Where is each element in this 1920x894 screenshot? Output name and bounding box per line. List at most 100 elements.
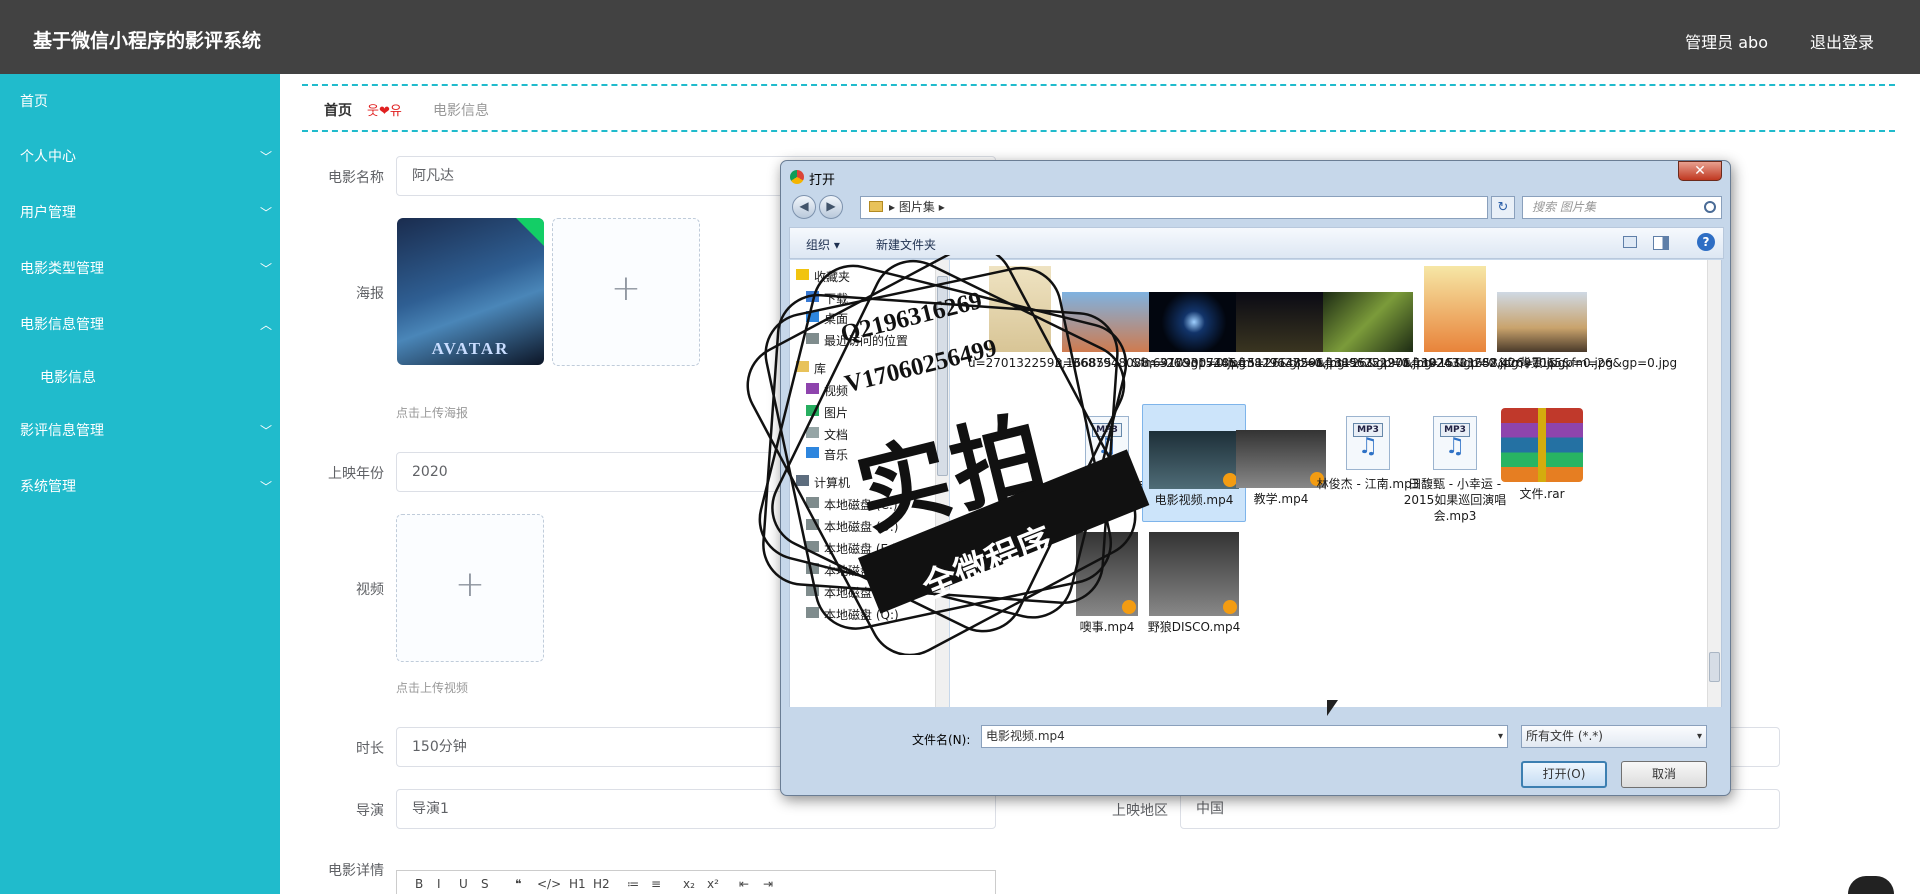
release-year-label: 上映年份 <box>328 466 384 482</box>
chevron-down-icon: ﹀ <box>259 424 272 438</box>
dropdown-arrow-icon: ▾ <box>1696 731 1702 742</box>
open-button[interactable]: 打开(O) <box>1521 761 1607 788</box>
sidebar-item-movie-info[interactable]: 电影信息 <box>0 358 280 398</box>
file-name: 教学.mp4 <box>1253 492 1309 506</box>
toolbar-button[interactable]: ≡ <box>651 877 661 891</box>
file-scrollbar[interactable] <box>1707 260 1721 707</box>
file-item[interactable]: 文件.rar <box>1490 404 1594 502</box>
breadcrumb-current: 电影信息 <box>433 103 489 119</box>
new-folder-button[interactable]: 新建文件夹 <box>876 236 936 253</box>
filename-value: 电影视频.mp4 <box>986 729 1065 743</box>
music-note-icon: ♫ <box>1358 434 1378 459</box>
sidebar-item-label: 电影类型管理 <box>20 261 104 277</box>
close-button[interactable]: ✕ <box>1678 161 1722 181</box>
mouse-cursor-icon <box>1327 700 1338 716</box>
sidebar: 首页 个人中心 ﹀ 用户管理 ﹀ 电影类型管理 ﹀ 电影信息管理 ︿ 电影信息 影评信息… <box>0 74 280 894</box>
chrome-icon <box>790 170 804 184</box>
organize-menu[interactable]: 组织 ▾ <box>806 236 840 253</box>
movie-name-label: 电影名称 <box>328 170 384 186</box>
rich-text-toolbar: B I U S ❝ </> H1 H2 ≔ ≡ x₂ x² ⇤ ⇥ <box>396 870 996 894</box>
poster-title-text: AVATAR <box>431 339 510 358</box>
logout-button[interactable]: 退出登录 <box>1810 29 1874 53</box>
toolbar-button[interactable]: x₂ <box>683 877 695 891</box>
address-separator: ▸ <box>938 200 945 214</box>
sidebar-item-movie-info-management[interactable]: 电影信息管理 ︿ <box>0 305 280 345</box>
director-label: 导演 <box>356 803 384 819</box>
toolbar-button[interactable]: </> <box>537 877 561 891</box>
filetype-select[interactable]: 所有文件 (*.*) ▾ <box>1521 725 1707 748</box>
admin-label: 管理员 abo <box>1685 33 1768 52</box>
sidebar-item-label: 个人中心 <box>20 149 76 165</box>
plus-icon: + <box>454 564 486 605</box>
dialog-title: 打开 <box>809 173 836 188</box>
plus-icon: + <box>610 268 642 309</box>
cancel-button[interactable]: 取消 <box>1621 761 1707 788</box>
folder-icon <box>869 201 883 212</box>
sidebar-item-system-management[interactable]: 系统管理 ﹀ <box>0 467 280 507</box>
chevron-down-icon: ﹀ <box>259 480 272 494</box>
poster-image[interactable]: AVATAR <box>397 218 544 365</box>
app-title: 基于微信小程序的影评系统 <box>33 30 262 52</box>
mp3-file-icon: MP3 ♫ <box>1433 416 1477 470</box>
uploaded-check-icon <box>516 218 544 246</box>
breadcrumb-home[interactable]: 首页 <box>324 100 352 120</box>
refresh-button[interactable]: ↻ <box>1491 196 1515 219</box>
chevron-down-icon: ﹀ <box>259 150 272 164</box>
filetype-value: 所有文件 (*.*) <box>1526 729 1603 743</box>
image-thumbnail <box>1497 292 1587 352</box>
movie-detail-label: 电影详情 <box>328 863 384 879</box>
back-button[interactable]: ◀ <box>792 195 816 219</box>
toolbar-button[interactable]: H1 <box>569 877 586 891</box>
chevron-down-icon: ﹀ <box>259 262 272 276</box>
video-label: 视频 <box>356 582 384 598</box>
image-thumbnail <box>1424 266 1486 352</box>
video-upload-hint: 点击上传视频 <box>396 681 469 695</box>
poster-upload-box[interactable]: + <box>552 218 700 366</box>
chevron-down-icon: ﹀ <box>259 206 272 220</box>
filename-input[interactable]: 电影视频.mp4 ▾ <box>981 725 1508 748</box>
mp3-file-icon: MP3 ♫ <box>1346 416 1390 470</box>
video-thumbnail <box>1236 430 1326 488</box>
release-region-label: 上映地区 <box>1112 803 1168 819</box>
sidebar-item-review-management[interactable]: 影评信息管理 ﹀ <box>0 411 280 451</box>
search-icon <box>1704 201 1716 213</box>
sidebar-item-user-management[interactable]: 用户管理 ﹀ <box>0 193 280 233</box>
toolbar-button[interactable]: B <box>415 877 423 891</box>
poster-label: 海报 <box>356 286 384 302</box>
play-icon <box>1223 600 1237 614</box>
toolbar-button[interactable]: ≔ <box>627 877 639 891</box>
toolbar-button[interactable]: ❝ <box>515 877 521 891</box>
breadcrumb: 首页 웃❤유 电影信息 <box>302 84 1895 132</box>
sidebar-item-movie-type-management[interactable]: 电影类型管理 ﹀ <box>0 249 280 289</box>
sidebar-item-personal-center[interactable]: 个人中心 ﹀ <box>0 137 280 177</box>
address-bar[interactable]: ▸ 图片集 ▸ <box>860 196 1488 219</box>
toolbar-button[interactable]: I <box>437 877 441 891</box>
search-placeholder: 搜索 图片集 <box>1532 200 1596 214</box>
video-upload-box[interactable]: + <box>396 514 544 662</box>
file-name: 背景.jpg <box>1518 356 1566 370</box>
toolbar-button[interactable]: x² <box>707 877 719 891</box>
file-item[interactable]: 背景.jpg <box>1490 266 1594 371</box>
address-separator: ▸ <box>889 200 896 214</box>
sidebar-item-label: 用户管理 <box>20 205 76 221</box>
top-bar: 基于微信小程序的影评系统 管理员 abo 退出登录 <box>0 0 1920 74</box>
search-input[interactable]: 搜索 图片集 <box>1522 196 1722 219</box>
preview-pane-icon[interactable] <box>1653 236 1669 250</box>
toolbar-button[interactable]: S <box>481 877 489 891</box>
filename-label: 文件名(N): <box>912 733 971 747</box>
file-name: 文件.rar <box>1519 487 1565 501</box>
image-thumbnail <box>1323 292 1413 352</box>
file-scrollbar-thumb[interactable] <box>1709 652 1720 682</box>
help-icon[interactable]: ? <box>1697 233 1715 251</box>
forward-button[interactable]: ▶ <box>819 195 843 219</box>
view-options-icon[interactable] <box>1623 236 1637 248</box>
sidebar-item-home[interactable]: 首页 <box>0 82 280 122</box>
release-year-input[interactable]: 2020 <box>396 452 786 492</box>
toolbar-button[interactable]: H2 <box>593 877 610 891</box>
toolbar-button[interactable]: ⇥ <box>763 877 773 891</box>
toolbar-button[interactable]: U <box>459 877 468 891</box>
dropdown-arrow-icon: ▾ <box>1497 731 1503 742</box>
address-path: 图片集 <box>898 200 935 214</box>
toolbar-button[interactable]: ⇤ <box>739 877 749 891</box>
sidebar-item-label: 电影信息管理 <box>20 317 104 333</box>
